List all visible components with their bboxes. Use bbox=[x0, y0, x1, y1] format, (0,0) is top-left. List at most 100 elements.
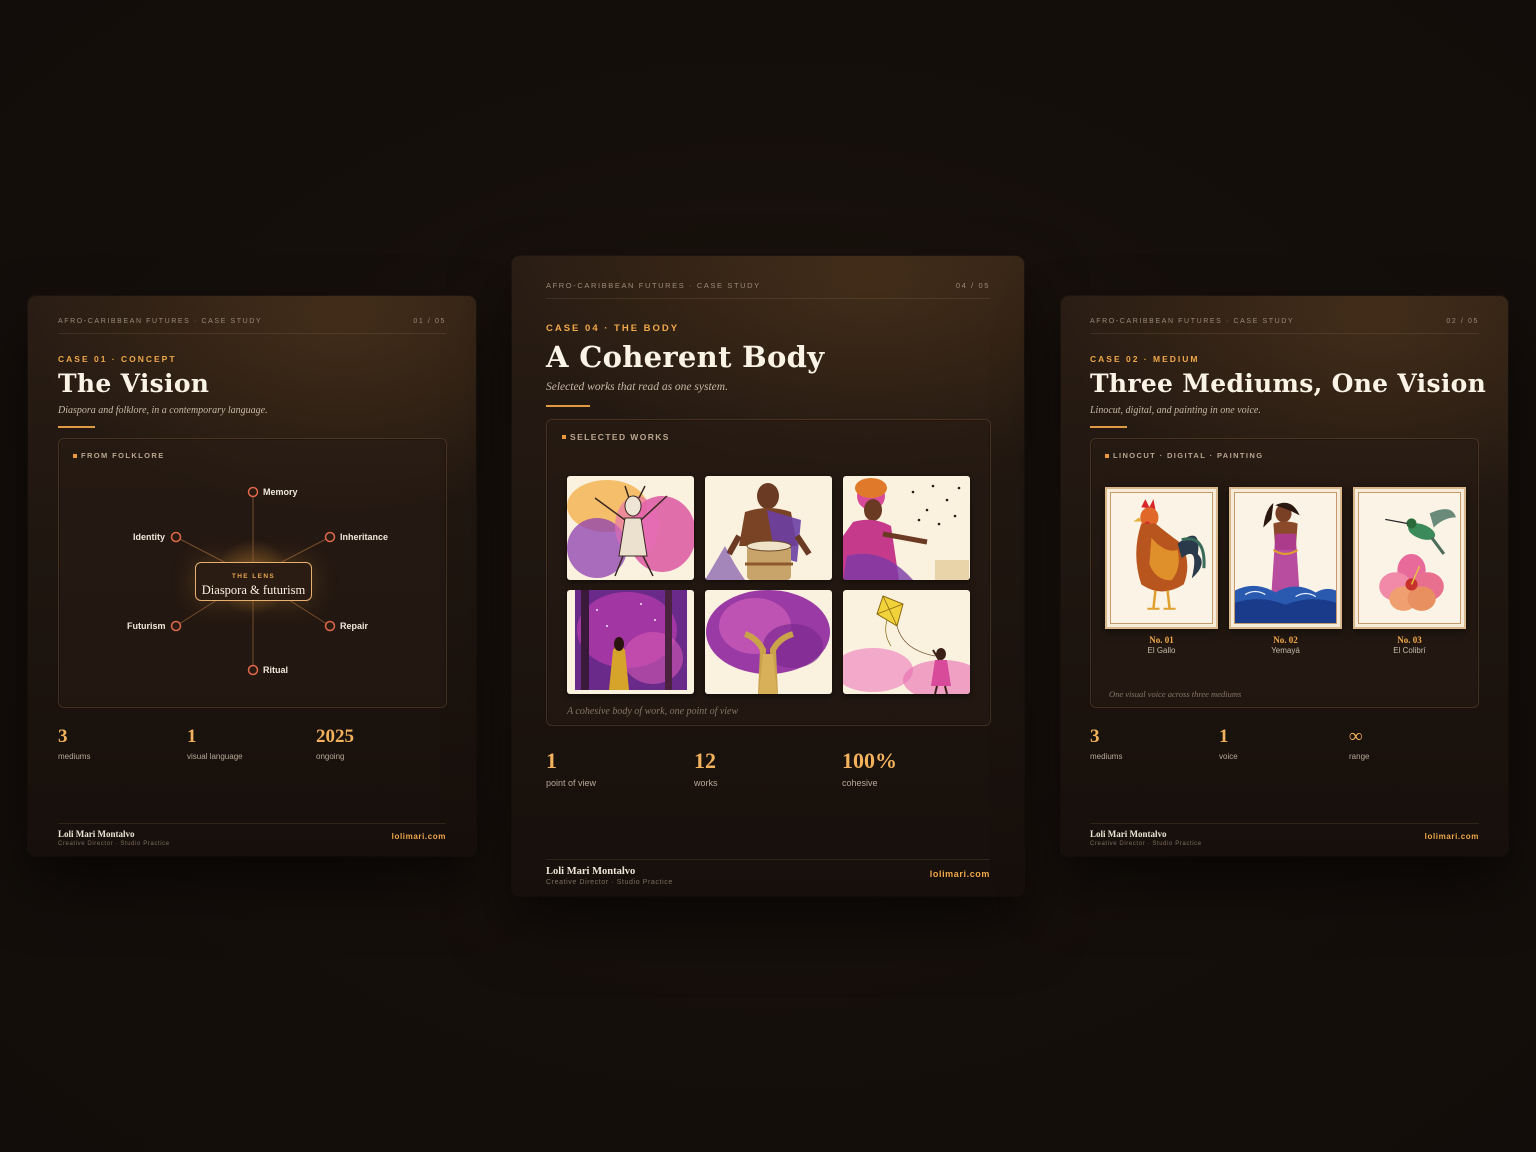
case-card-mediums[interactable]: AFRO-CARIBBEAN FUTURES · CASE STUDY 02 /… bbox=[1061, 296, 1508, 856]
divider bbox=[1090, 333, 1479, 334]
plate-name: El Colibrí bbox=[1393, 646, 1426, 655]
mediums-panel: LINOCUT · DIGITAL · PAINTING No. 01 El G… bbox=[1090, 438, 1479, 708]
stat-value: 3 bbox=[58, 726, 68, 747]
case-card-vision[interactable]: AFRO-CARIBBEAN FUTURES · CASE STUDY 01 /… bbox=[28, 296, 476, 856]
kite-girl-artwork bbox=[843, 590, 970, 694]
artwork-thumbnail[interactable] bbox=[843, 476, 970, 580]
node-label-identity: Identity bbox=[133, 532, 166, 542]
plate-frame[interactable] bbox=[1353, 487, 1466, 629]
stat-value: ∞ bbox=[1349, 726, 1363, 747]
author-role: Creative Director · Studio Practice bbox=[546, 879, 673, 886]
author-name: Loli Mari Montalvo bbox=[58, 829, 135, 839]
folklore-diagram-panel: FROM FOLKLORE Memory Identity Inheritanc… bbox=[58, 438, 447, 708]
stat-label: mediums bbox=[1090, 752, 1123, 761]
stat-value: 100% bbox=[842, 748, 897, 773]
series-label: AFRO-CARIBBEAN FUTURES · CASE STUDY bbox=[58, 318, 263, 325]
node-identity bbox=[170, 531, 182, 543]
square-bullet-icon bbox=[562, 435, 566, 439]
footer-divider bbox=[1090, 823, 1479, 824]
stat-label: cohesive bbox=[842, 778, 878, 788]
card-subtitle: Linocut, digital, and painting in one vo… bbox=[1090, 405, 1261, 416]
mediums-caption: One visual voice across three mediums bbox=[1109, 689, 1242, 699]
stat-label: mediums bbox=[58, 752, 91, 761]
plate-frame[interactable] bbox=[1105, 487, 1218, 629]
author-name: Loli Mari Montalvo bbox=[1090, 829, 1167, 839]
plate-number: No. 02 bbox=[1273, 635, 1298, 645]
node-label-repair: Repair bbox=[340, 621, 369, 631]
night-forest-artwork bbox=[567, 590, 694, 694]
stat-label: works bbox=[694, 778, 718, 788]
card-title: Three Mediums, One Vision bbox=[1090, 369, 1487, 398]
card-header: AFRO-CARIBBEAN FUTURES · CASE STUDY 02 /… bbox=[1090, 318, 1479, 325]
card-title: A Coherent Body bbox=[546, 340, 825, 374]
selected-works-panel: SELECTED WORKS A cohesive body of work, … bbox=[546, 419, 991, 726]
series-label: AFRO-CARIBBEAN FUTURES · CASE STUDY bbox=[546, 281, 761, 290]
author-role: Creative Director · Studio Practice bbox=[1090, 841, 1202, 847]
node-repair bbox=[324, 620, 336, 632]
stat-value: 2025 bbox=[316, 726, 354, 747]
stat-label: visual language bbox=[187, 752, 243, 761]
hummingbird-artwork bbox=[1359, 493, 1460, 623]
node-label-ritual: Ritual bbox=[263, 665, 289, 675]
artwork-thumbnail[interactable] bbox=[843, 590, 970, 694]
card-title: The Vision bbox=[58, 369, 210, 398]
divider bbox=[58, 333, 446, 334]
lens-title: Diaspora & futurism bbox=[201, 583, 306, 597]
artwork-thumbnail[interactable] bbox=[567, 590, 694, 694]
node-label-inheritance: Inheritance bbox=[340, 532, 389, 542]
website-link[interactable]: lolimari.com bbox=[930, 869, 990, 879]
page-indicator: 02 / 05 bbox=[1446, 318, 1479, 325]
footer-divider bbox=[546, 859, 990, 860]
drummer-artwork bbox=[705, 476, 832, 580]
works-caption: A cohesive body of work, one point of vi… bbox=[567, 706, 739, 717]
plate-number: No. 01 bbox=[1149, 635, 1174, 645]
square-bullet-icon bbox=[1105, 453, 1109, 458]
case-kicker: CASE 02 · MEDIUM bbox=[1090, 354, 1200, 364]
divider bbox=[546, 298, 990, 299]
lens-kicker: THE LENS bbox=[231, 573, 276, 580]
panel-label: LINOCUT · DIGITAL · PAINTING bbox=[1105, 451, 1263, 460]
card-subtitle: Diaspora and folklore, in a contemporary… bbox=[58, 405, 268, 416]
node-label-futurism: Futurism bbox=[127, 621, 166, 631]
page-indicator: 04 / 05 bbox=[955, 281, 990, 290]
stat-label: point of view bbox=[546, 778, 597, 788]
stat-value: 1 bbox=[1219, 726, 1229, 747]
node-label-memory: Memory bbox=[263, 487, 298, 497]
case-kicker: CASE 01 · CONCEPT bbox=[58, 354, 177, 364]
node-inheritance bbox=[324, 531, 336, 543]
rooster-artwork bbox=[1111, 493, 1212, 623]
footer-divider bbox=[58, 823, 446, 824]
plate-name: Yemayá bbox=[1271, 646, 1300, 655]
card-header: AFRO-CARIBBEAN FUTURES · CASE STUDY 04 /… bbox=[546, 281, 990, 290]
stat-value: 1 bbox=[546, 748, 557, 773]
stat-value: 12 bbox=[694, 748, 716, 773]
stat-label: voice bbox=[1219, 752, 1238, 761]
accent-rule bbox=[546, 405, 590, 407]
website-link[interactable]: lolimari.com bbox=[1425, 832, 1479, 841]
turban-woman-artwork bbox=[843, 476, 970, 580]
website-link[interactable]: lolimari.com bbox=[392, 832, 446, 841]
plate-frame[interactable] bbox=[1229, 487, 1342, 629]
accent-rule bbox=[58, 426, 95, 428]
case-card-coherent-body[interactable]: AFRO-CARIBBEAN FUTURES · CASE STUDY 04 /… bbox=[512, 256, 1024, 896]
artwork-thumbnail[interactable] bbox=[705, 476, 832, 580]
stat-label: ongoing bbox=[316, 752, 345, 761]
ceiba-tree-artwork bbox=[705, 590, 832, 694]
masked-dancer-artwork bbox=[567, 476, 694, 580]
artwork-thumbnail[interactable] bbox=[567, 476, 694, 580]
page-indicator: 01 / 05 bbox=[413, 318, 446, 325]
yemaya-artwork bbox=[1235, 493, 1336, 623]
node-memory bbox=[247, 486, 259, 498]
stat-value: 3 bbox=[1090, 726, 1100, 747]
card-subtitle: Selected works that read as one system. bbox=[546, 381, 728, 393]
case-kicker: CASE 04 · THE BODY bbox=[546, 323, 680, 334]
artwork-thumbnail[interactable] bbox=[705, 590, 832, 694]
plate-name: El Gallo bbox=[1147, 646, 1176, 655]
node-ritual bbox=[247, 664, 259, 676]
stat-value: 1 bbox=[187, 726, 197, 747]
card-header: AFRO-CARIBBEAN FUTURES · CASE STUDY 01 /… bbox=[58, 318, 446, 325]
panel-label: SELECTED WORKS bbox=[562, 432, 670, 442]
author-role: Creative Director · Studio Practice bbox=[58, 841, 170, 847]
lens-center-box: THE LENS Diaspora & futurism bbox=[195, 562, 312, 601]
author-name: Loli Mari Montalvo bbox=[546, 866, 636, 877]
